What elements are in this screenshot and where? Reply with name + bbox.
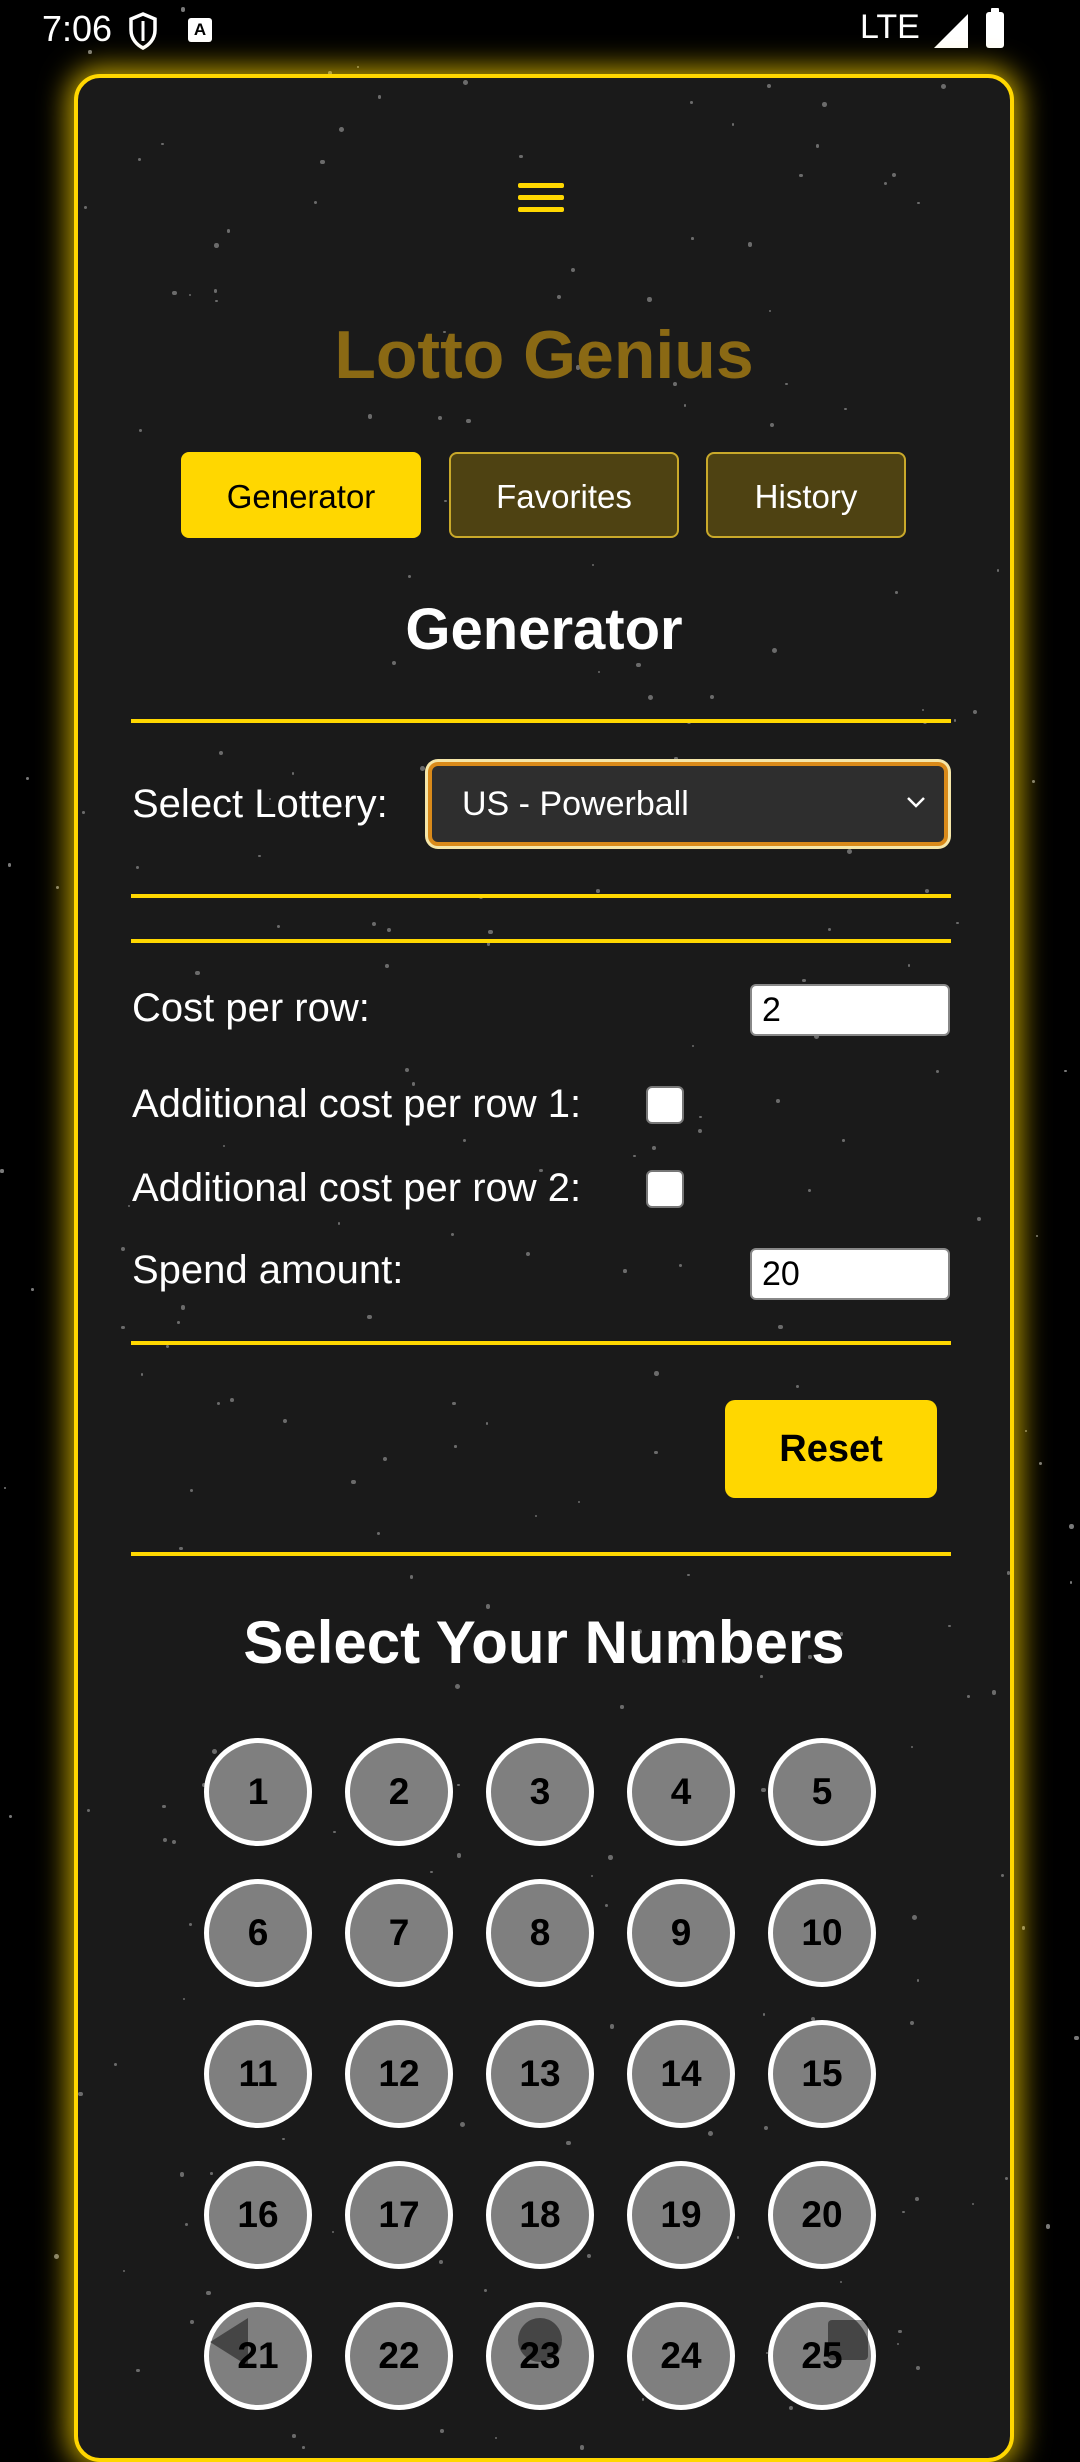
number-ball[interactable]: 5 bbox=[768, 1738, 876, 1846]
app-title: Lotto Genius bbox=[334, 317, 754, 393]
tab-favorites[interactable]: Favorites bbox=[449, 452, 679, 538]
signal-icon bbox=[934, 14, 968, 48]
number-ball[interactable]: 14 bbox=[627, 2020, 735, 2128]
divider bbox=[131, 1552, 951, 1556]
number-ball[interactable]: 16 bbox=[204, 2161, 312, 2269]
number-ball[interactable]: 22 bbox=[345, 2302, 453, 2410]
number-ball[interactable]: 11 bbox=[204, 2020, 312, 2128]
number-ball[interactable]: 15 bbox=[768, 2020, 876, 2128]
lottery-select-value: US - Powerball bbox=[462, 785, 689, 823]
additional-cost-1-checkbox[interactable] bbox=[646, 1086, 684, 1124]
recents-icon[interactable] bbox=[828, 2320, 868, 2360]
number-ball[interactable]: 20 bbox=[768, 2161, 876, 2269]
cost-per-row-label: Cost per row: bbox=[132, 986, 370, 1030]
number-ball[interactable]: 2 bbox=[345, 1738, 453, 1846]
number-ball[interactable]: 18 bbox=[486, 2161, 594, 2269]
spend-amount-label: Spend amount: bbox=[132, 1248, 404, 1292]
cost-per-row-input[interactable]: 2 bbox=[750, 984, 950, 1036]
number-ball[interactable]: 19 bbox=[627, 2161, 735, 2269]
generator-heading: Generator bbox=[405, 597, 683, 662]
network-type: LTE bbox=[860, 8, 920, 46]
divider bbox=[131, 719, 951, 723]
reset-button[interactable]: Reset bbox=[725, 1400, 937, 1498]
chevron-down-icon bbox=[907, 797, 925, 808]
tab-generator[interactable]: Generator bbox=[181, 452, 421, 538]
status-bar: 7:06 A LTE bbox=[0, 0, 1080, 64]
number-ball[interactable]: 17 bbox=[345, 2161, 453, 2269]
number-ball[interactable]: 13 bbox=[486, 2020, 594, 2128]
additional-cost-2-label: Additional cost per row 2: bbox=[132, 1166, 582, 1210]
number-ball[interactable]: 8 bbox=[486, 1879, 594, 1987]
additional-cost-2-checkbox[interactable] bbox=[646, 1170, 684, 1208]
shield-icon bbox=[129, 12, 157, 50]
number-ball[interactable]: 1 bbox=[204, 1738, 312, 1846]
select-lottery-label: Select Lottery: bbox=[132, 782, 388, 826]
app-container: Lotto Genius Generator Favorites History… bbox=[74, 74, 1014, 2462]
additional-cost-1-label: Additional cost per row 1: bbox=[132, 1082, 582, 1126]
lottery-select[interactable]: US - Powerball bbox=[428, 762, 948, 846]
number-ball[interactable]: 4 bbox=[627, 1738, 735, 1846]
divider bbox=[131, 939, 951, 943]
hamburger-menu-icon[interactable] bbox=[516, 176, 566, 226]
status-time: 7:06 bbox=[42, 8, 113, 49]
divider bbox=[131, 894, 951, 898]
spend-amount-input[interactable]: 20 bbox=[750, 1248, 950, 1300]
number-ball[interactable]: 6 bbox=[204, 1879, 312, 1987]
divider bbox=[131, 1341, 951, 1345]
number-ball[interactable]: 9 bbox=[627, 1879, 735, 1987]
number-ball[interactable]: 24 bbox=[627, 2302, 735, 2410]
number-ball[interactable]: 3 bbox=[486, 1738, 594, 1846]
tab-history[interactable]: History bbox=[706, 452, 906, 538]
back-icon[interactable] bbox=[210, 2318, 248, 2366]
select-numbers-heading: Select Your Numbers bbox=[243, 1609, 845, 1676]
home-icon[interactable] bbox=[518, 2318, 562, 2362]
number-ball[interactable]: 12 bbox=[345, 2020, 453, 2128]
battery-icon bbox=[986, 8, 1004, 48]
font-a-icon: A bbox=[188, 18, 212, 42]
number-ball[interactable]: 10 bbox=[768, 1879, 876, 1987]
number-ball[interactable]: 7 bbox=[345, 1879, 453, 1987]
